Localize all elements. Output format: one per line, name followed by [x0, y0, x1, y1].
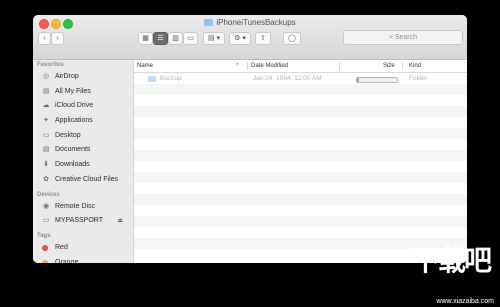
drive-icon: ▭ [42, 217, 50, 225]
window-title-text: iPhoneiTunesBackups [216, 18, 296, 27]
empty-row [134, 194, 467, 205]
empty-row [134, 128, 467, 139]
search-field[interactable]: ⌕ Search [343, 30, 463, 45]
favorites-header: Favorites [37, 62, 64, 68]
folder-icon [148, 76, 156, 82]
all-files-icon: ▤ [42, 87, 50, 95]
sidebar-item-applications[interactable]: ✦ Applications [33, 114, 133, 129]
sidebar-item-label: Documents [55, 146, 91, 154]
sidebar-item-label: Remote Disc [55, 202, 96, 210]
file-list: Name ^ Date Modified Size Kind Backup Jan… [134, 60, 467, 263]
sidebar-tag-orange[interactable]: Orange [33, 256, 133, 263]
column-name-header[interactable]: Name [137, 60, 153, 72]
window-title: iPhoneiTunesBackups [33, 18, 467, 27]
sidebar-item-all-files[interactable]: ▤ All My Files [33, 85, 133, 100]
column-kind-header[interactable]: Kind [409, 60, 421, 72]
cloud-icon: ☁ [42, 102, 50, 110]
sidebar-item-creative-cloud[interactable]: ✿ Creative Cloud Files [33, 173, 133, 188]
empty-row [134, 172, 467, 183]
action-button[interactable]: ⚙ ▾ [229, 32, 251, 45]
downloads-icon: ⬇ [43, 161, 49, 169]
search-placeholder: Search [394, 34, 418, 41]
tag-color-dot [42, 244, 48, 251]
sidebar: Favorites ◎ AirDrop ▤ All My Files ☁ iCloud D… [33, 60, 134, 263]
folder-icon [204, 19, 214, 26]
airdrop-icon: ◎ [42, 73, 50, 80]
watermark-url: www.xiazaiba.com [436, 298, 494, 305]
empty-row [134, 139, 467, 150]
applications-icon: ✦ [43, 117, 49, 125]
sidebar-item-documents[interactable]: ▤ Documents [33, 143, 133, 158]
desktop-icon: ▭ [42, 131, 50, 139]
search-icon: ⌕ [388, 34, 393, 41]
empty-row [134, 84, 467, 95]
icon-view-button[interactable]: ▦ [138, 32, 153, 45]
tag-color-dot [42, 259, 48, 263]
row-name: Backup [160, 75, 182, 82]
empty-row [134, 95, 467, 106]
share-button[interactable]: ⇧ [255, 32, 271, 45]
sort-indicator-icon: ^ [236, 63, 239, 69]
sidebar-item-drive[interactable]: ▭ MYPASSPORT ⏏ [33, 214, 133, 229]
devices-header: Devices [37, 191, 60, 198]
empty-row [134, 227, 467, 238]
empty-row [134, 150, 467, 161]
forward-button[interactable]: › [51, 32, 64, 45]
tag-button[interactable]: ◯ [283, 32, 301, 45]
sidebar-item-label: Orange [55, 258, 79, 263]
sidebar-item-airdrop[interactable]: ◎ AirDrop [33, 70, 133, 85]
sidebar-item-label: MYPASSPORT [55, 217, 103, 225]
sidebar-item-disc[interactable]: ◉ Remote Disc [33, 200, 133, 215]
sidebar-item-label: AirDrop [55, 73, 79, 80]
back-button[interactable]: ‹ [38, 32, 51, 45]
watermark-logo: 下载吧 [411, 245, 492, 276]
sidebar-item-label: Applications [55, 117, 93, 125]
sidebar-item-label: iCloud Drive [55, 102, 94, 110]
sidebar-item-label: All My Files [55, 87, 91, 95]
sidebar-item-cloud[interactable]: ☁ iCloud Drive [33, 99, 133, 114]
list-view-button[interactable]: ☰ [153, 32, 168, 45]
row-kind: Folder [409, 75, 428, 82]
row-date: Jan 24, 1984, 12:00 AM [253, 75, 322, 82]
empty-row [134, 205, 467, 216]
list-header: Name ^ Date Modified Size Kind [134, 60, 467, 73]
sidebar-item-label: Creative Cloud Files [55, 175, 119, 183]
size-progress-bar [356, 77, 398, 83]
sidebar-item-label: Red [55, 243, 68, 251]
sidebar-tag-red[interactable]: Red [33, 241, 133, 256]
arrange-button[interactable]: ▤ ▾ [203, 32, 225, 45]
empty-row [134, 183, 467, 194]
column-size-header[interactable]: Size [383, 60, 395, 72]
sidebar-item-downloads[interactable]: ⬇ Downloads [33, 158, 133, 173]
empty-row [134, 117, 467, 128]
sidebar-item-label: Desktop [55, 131, 81, 139]
finder-window: iPhoneiTunesBackups ‹ › ▦ ☰ ▥ ▭ ▤ ▾ ⚙ ▾ … [33, 15, 467, 263]
disc-icon: ◉ [42, 202, 50, 210]
column-view-button[interactable]: ▥ [168, 32, 183, 45]
empty-row [134, 106, 467, 117]
empty-row [134, 161, 467, 172]
sidebar-item-label: Downloads [55, 161, 90, 169]
sidebar-item-desktop[interactable]: ▭ Desktop [33, 129, 133, 144]
table-row[interactable]: Backup Jan 24, 1984, 12:00 AM Folder [134, 73, 467, 84]
gallery-view-button[interactable]: ▭ [183, 32, 198, 45]
documents-icon: ▤ [42, 146, 50, 154]
tags-header: Tags [37, 232, 51, 239]
empty-row [134, 216, 467, 227]
creative-cloud-icon: ✿ [43, 175, 49, 183]
titlebar: iPhoneiTunesBackups ‹ › ▦ ☰ ▥ ▭ ▤ ▾ ⚙ ▾ … [33, 15, 467, 60]
eject-icon[interactable]: ⏏ [117, 214, 123, 229]
column-date-header[interactable]: Date Modified [251, 60, 288, 72]
